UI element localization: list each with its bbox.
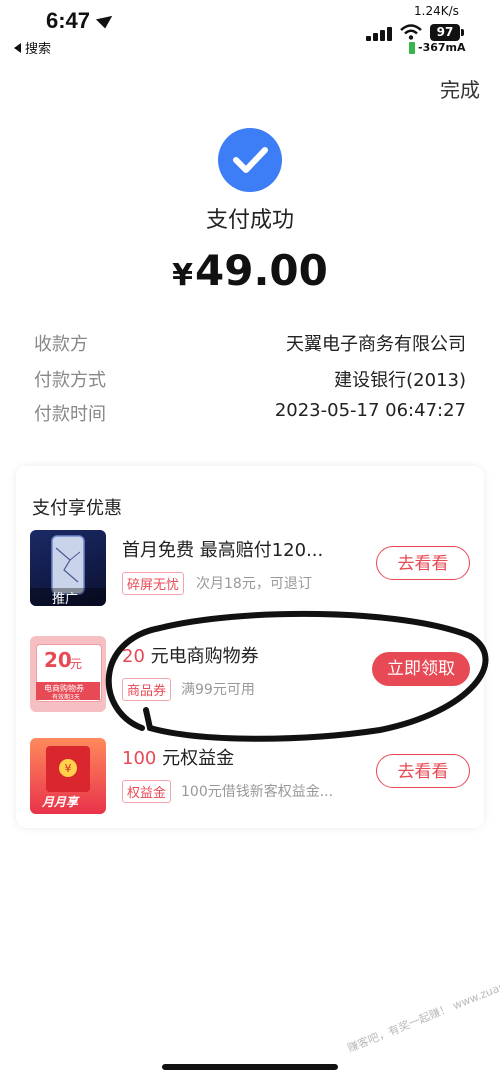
thumb-label: 月月享	[42, 795, 79, 809]
detail-label: 付款时间	[34, 404, 106, 425]
promo-title-text: 元权益金	[162, 748, 235, 769]
coupon-thumb-value: 20	[44, 648, 72, 672]
red-envelope-thumbnail: ¥ 月月享	[30, 738, 106, 814]
back-label: 搜索	[25, 42, 52, 57]
promo-title: 100 元权益金	[122, 744, 234, 770]
coupon-thumb-line2: 有效期3天	[52, 694, 80, 701]
amount-value: 49.00	[195, 246, 328, 295]
payment-amount: ¥49.00	[0, 246, 500, 295]
network-speed: 1.24K/s	[414, 4, 459, 18]
detail-value: 建设银行(2013)	[334, 370, 466, 391]
promo-title: 20 元电商购物券	[122, 642, 259, 668]
svg-text:¥: ¥	[65, 762, 72, 775]
promo-title-text: 元电商购物券	[150, 646, 259, 667]
current-draw: -367mA	[418, 41, 466, 54]
promo-tag: 碎屏无忧	[122, 572, 185, 595]
promo-item-rights-fund[interactable]: ¥ 月月享 100 元权益金 权益金 100元借钱新客权益金... 去看看	[16, 738, 484, 828]
promo-thumbnail: 推广	[30, 530, 106, 606]
detail-row-payee: 收款方 天翼电子商务有限公司	[34, 330, 466, 360]
status-bar: 6:47 搜索 1.24K/s 97 -367mA	[0, 0, 500, 62]
battery-tip	[461, 29, 464, 36]
promo-tag: 权益金	[122, 780, 172, 803]
detail-row-time: 付款时间 2023-05-17 06:47:27	[34, 400, 466, 430]
promotions-header: 支付享优惠	[32, 498, 122, 519]
promo-thumb-label: 推广	[52, 592, 79, 606]
promo-subtitle: 满99元可用	[181, 682, 255, 698]
done-button[interactable]: 完成	[440, 74, 480, 103]
currency-symbol: ¥	[172, 258, 193, 293]
promotions-card: 支付享优惠 推广 首月免费 最高赔付120... 碎屏无忧 次月18元，可退订 …	[16, 466, 484, 828]
claim-button[interactable]: 立即领取	[372, 652, 470, 686]
coupon-thumb-unit: 元	[70, 657, 83, 671]
coupon-thumbnail: 20 元 电商购物券 有效期3天	[30, 636, 106, 712]
back-to-search-link[interactable]: 搜索	[14, 38, 51, 57]
detail-value: 天翼电子商务有限公司	[286, 334, 466, 355]
battery-icon: 97	[430, 24, 460, 41]
promo-item-shopping-coupon[interactable]: 20 元 电商购物券 有效期3天 20 元电商购物券 商品券 满99元可用 立即…	[16, 636, 484, 726]
detail-label: 付款方式	[34, 370, 106, 391]
home-indicator[interactable]	[162, 1064, 338, 1070]
location-arrow-icon	[95, 9, 116, 29]
view-button[interactable]: 去看看	[376, 546, 470, 580]
detail-value: 2023-05-17 06:47:27	[274, 400, 466, 421]
check-circle-icon	[218, 128, 282, 192]
promo-subtitle: 100元借钱新客权益金...	[181, 784, 334, 800]
promo-tag: 商品券	[122, 678, 172, 701]
view-button[interactable]: 去看看	[376, 754, 470, 788]
promo-title: 首月免费 最高赔付120...	[122, 540, 324, 561]
detail-row-method: 付款方式 建设银行(2013)	[34, 366, 466, 396]
promo-item-screen-insurance[interactable]: 推广 首月免费 最高赔付120... 碎屏无忧 次月18元，可退订 去看看	[16, 530, 484, 620]
payment-status-title: 支付成功	[205, 208, 294, 233]
status-time: 6:47	[46, 8, 91, 33]
watermark: 赚客吧，有奖一起赚！ www.zuanke8.com	[345, 961, 500, 1055]
cellular-signal-icon	[366, 27, 392, 41]
charging-icon	[409, 42, 415, 54]
promo-subtitle: 次月18元，可退订	[196, 576, 312, 592]
promo-title-amount: 100	[122, 748, 157, 769]
back-arrow-icon	[14, 43, 21, 53]
promo-title-amount: 20	[122, 646, 145, 667]
detail-label: 收款方	[34, 334, 88, 355]
wifi-icon	[400, 24, 422, 40]
